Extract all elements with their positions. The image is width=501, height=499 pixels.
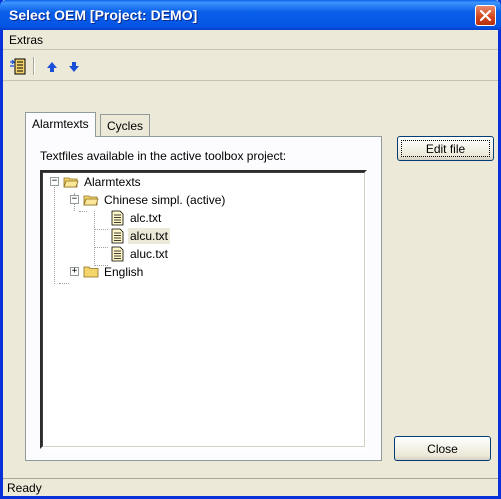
status-text: Ready	[7, 481, 42, 495]
tree-node-file[interactable]: aluc.txt	[109, 245, 170, 263]
textfiles-label: Textfiles available in the active toolbo…	[40, 149, 287, 163]
arrow-down-icon	[69, 62, 79, 72]
close-icon	[479, 9, 492, 22]
text-file-icon	[111, 210, 124, 226]
list-icon	[10, 58, 26, 75]
tab-alarmtexts[interactable]: Alarmtexts	[25, 112, 96, 137]
tree-label-file: alc.txt	[130, 211, 162, 225]
title-bar[interactable]: Select OEM [Project: DEMO]	[0, 0, 501, 30]
textfile-tree[interactable]: − Alarmtexts − Chinese simpl. (active) a…	[40, 170, 367, 449]
expand-toggle-english[interactable]: +	[70, 267, 79, 276]
edit-file-button[interactable]: Edit file	[397, 136, 494, 161]
tree-label-english: English	[104, 265, 144, 279]
toolbar	[3, 51, 498, 81]
tree-line	[94, 211, 95, 266]
collapse-toggle-root[interactable]: −	[50, 177, 59, 186]
menu-bar: Extras	[3, 30, 498, 50]
menu-extras[interactable]: Extras	[9, 33, 43, 47]
edit-file-label: Edit file	[425, 141, 466, 156]
move-down-button[interactable]	[65, 58, 83, 76]
tree-line	[54, 181, 55, 284]
folder-icon	[83, 266, 99, 278]
tree-line	[59, 283, 69, 284]
text-file-icon	[111, 228, 124, 244]
close-button-label: Close	[427, 441, 458, 456]
tree-inner: − Alarmtexts − Chinese simpl. (active) a…	[42, 172, 365, 447]
status-bar: Ready	[3, 478, 498, 496]
close-window-button[interactable]	[475, 5, 496, 26]
arrow-up-icon	[47, 62, 57, 72]
move-up-button[interactable]	[43, 58, 61, 76]
tree-node-english[interactable]: English	[83, 263, 145, 281]
folder-open-icon	[63, 177, 79, 188]
tab-panel-alarmtexts: Textfiles available in the active toolbo…	[25, 136, 382, 461]
tree-label-file: aluc.txt	[130, 247, 169, 261]
main-window: Select OEM [Project: DEMO] Extras Alarmt…	[0, 0, 501, 499]
tab-cycles[interactable]: Cycles	[100, 114, 151, 136]
tree-line	[79, 211, 87, 212]
tree-node-chinese[interactable]: Chinese simpl. (active)	[83, 191, 227, 209]
tree-node-file[interactable]: alc.txt	[109, 209, 163, 227]
list-button[interactable]	[9, 58, 27, 76]
tree-label-chinese: Chinese simpl. (active)	[104, 193, 226, 207]
toolbar-separator	[33, 57, 35, 75]
tree-line	[94, 229, 108, 230]
window-title: Select OEM [Project: DEMO]	[9, 7, 198, 23]
text-file-icon	[111, 246, 124, 262]
tree-node-file-selected[interactable]: alcu.txt	[109, 227, 171, 245]
tree-label-file: alcu.txt	[128, 228, 171, 244]
tree-label-root: Alarmtexts	[84, 175, 141, 189]
tree-line	[94, 247, 108, 248]
collapse-toggle-chinese[interactable]: −	[70, 195, 79, 204]
folder-open-icon	[83, 195, 99, 206]
close-button[interactable]: Close	[394, 436, 491, 461]
tree-node-root[interactable]: Alarmtexts	[63, 173, 143, 191]
